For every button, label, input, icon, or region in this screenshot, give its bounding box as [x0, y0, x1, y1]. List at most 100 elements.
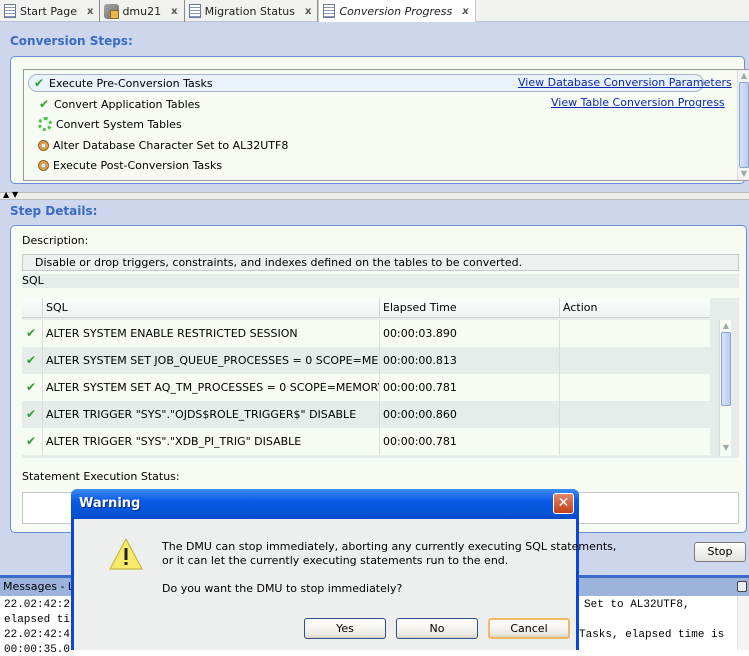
close-tab-icon[interactable]: x: [462, 6, 468, 17]
stop-button[interactable]: Stop: [694, 542, 746, 562]
document-icon: [4, 4, 16, 18]
tab-dmu21[interactable]: dmu21 x: [100, 0, 185, 22]
sql-cell: ALTER TRIGGER "SYS"."OJDS$ROLE_TRIGGER$"…: [42, 401, 379, 428]
close-tab-icon[interactable]: x: [305, 6, 311, 17]
table-row[interactable]: ✔ ALTER SYSTEM SET JOB_QUEUE_PROCESSES =…: [22, 347, 710, 374]
pending-clock-icon: [38, 139, 49, 151]
minimize-icon[interactable]: [737, 581, 747, 592]
panel-splitter[interactable]: ▲ ▼: [0, 190, 749, 200]
action-cell: [559, 320, 710, 347]
tab-conversion-progress[interactable]: Conversion Progress x: [318, 0, 476, 22]
spinner-icon: [38, 117, 52, 131]
action-cell: [559, 428, 710, 455]
messages-scrollbar[interactable]: [737, 596, 749, 650]
dialog-message-line-2: or it can let the currently executing st…: [162, 554, 509, 567]
messages-log-title: Messages - Lo: [3, 580, 81, 593]
conversion-steps-box: ✔ Execute Pre-Conversion Tasks ✔ Convert…: [10, 56, 749, 184]
document-icon: [323, 4, 336, 18]
column-header-action[interactable]: Action: [559, 298, 710, 318]
column-header-sql[interactable]: SQL: [42, 298, 379, 318]
conversion-steps-list: ✔ Execute Pre-Conversion Tasks ✔ Convert…: [23, 69, 749, 181]
collapse-down-icon[interactable]: ▼: [12, 190, 18, 199]
action-cell: [559, 401, 710, 428]
warning-dialog: Warning ✕ The DMU can stop immediately, …: [71, 489, 616, 650]
action-cell: [559, 374, 710, 401]
cancel-button[interactable]: Cancel: [488, 618, 570, 639]
close-tab-icon[interactable]: x: [87, 6, 93, 17]
elapsed-cell: 00:00:00.781: [379, 374, 559, 401]
tab-label: Start Page: [20, 4, 77, 18]
tab-start-page[interactable]: Start Page x: [0, 0, 101, 22]
log-line: 00:00:35.0: [4, 644, 71, 656]
step-label: Execute Post-Conversion Tasks: [53, 158, 223, 172]
collapse-up-icon[interactable]: ▲: [3, 190, 9, 199]
scroll-thumb[interactable]: [739, 82, 749, 168]
sql-table-header: SQL Elapsed Time Action: [22, 298, 710, 318]
step-convert-application-tables[interactable]: ✔ Convert Application Tables: [38, 95, 200, 113]
scroll-down-icon[interactable]: ▼: [738, 168, 749, 180]
dialog-body: The DMU can stop immediately, aborting a…: [74, 519, 616, 650]
sql-cell: ALTER SYSTEM ENABLE RESTRICTED SESSION: [42, 320, 379, 347]
scroll-down-icon[interactable]: ▼: [720, 442, 732, 454]
sql-cell: ALTER SYSTEM SET JOB_QUEUE_PROCESSES = 0…: [42, 347, 379, 374]
yes-button[interactable]: Yes: [304, 618, 386, 639]
check-icon: ✔: [33, 76, 45, 90]
sql-cell: ALTER SYSTEM SET AQ_TM_PROCESSES = 0 SCO…: [42, 374, 379, 401]
action-cell: [559, 347, 710, 374]
close-tab-icon[interactable]: x: [171, 6, 177, 17]
check-icon: ✔: [26, 434, 37, 448]
step-label: Execute Pre-Conversion Tasks: [49, 76, 213, 90]
column-header-elapsed-time[interactable]: Elapsed Time: [379, 298, 559, 318]
check-icon: ✔: [26, 407, 37, 421]
sql-label: SQL: [22, 274, 739, 288]
scroll-thumb[interactable]: [721, 332, 731, 406]
table-row[interactable]: ✔ ALTER TRIGGER "SYS"."OJDS$ROLE_TRIGGER…: [22, 401, 710, 428]
database-icon: [104, 3, 120, 19]
close-icon[interactable]: ✕: [553, 493, 574, 514]
dialog-message-line-1: The DMU can stop immediately, aborting a…: [162, 540, 617, 553]
step-alter-character-set[interactable]: Alter Database Character Set to AL32UTF8: [38, 136, 288, 154]
dialog-title-bar[interactable]: Warning: [71, 489, 579, 519]
statement-execution-status-label: Statement Execution Status:: [22, 470, 180, 483]
tab-migration-status[interactable]: Migration Status x: [185, 0, 319, 22]
step-post-conversion[interactable]: Execute Post-Conversion Tasks: [38, 156, 222, 174]
table-row[interactable]: ✔ ALTER TRIGGER "SYS"."XDB_PI_TRIG" DISA…: [22, 428, 710, 455]
table-row[interactable]: ✔ ALTER SYSTEM SET AQ_TM_PROCESSES = 0 S…: [22, 374, 710, 401]
dialog-question: Do you want the DMU to stop immediately?: [162, 582, 403, 595]
tab-label: dmu21: [122, 4, 162, 18]
view-table-conversion-progress-link[interactable]: View Table Conversion Progress: [551, 96, 725, 109]
step-convert-system-tables[interactable]: Convert System Tables: [38, 115, 182, 133]
description-label: Description:: [22, 234, 89, 247]
editor-tab-bar: Start Page x dmu21 x Migration Status x …: [0, 0, 749, 22]
sql-table: SQL Elapsed Time Action ✔ ALTER SYSTEM E…: [22, 298, 739, 458]
step-details-box: Description: Disable or drop triggers, c…: [10, 225, 747, 533]
elapsed-cell: 00:00:00.813: [379, 347, 559, 374]
check-icon: ✔: [26, 353, 37, 367]
pending-clock-icon: [38, 159, 49, 171]
tab-label: Migration Status: [204, 4, 295, 18]
log-line: Tasks, elapsed time is: [579, 629, 725, 641]
step-label: Alter Database Character Set to AL32UTF8: [53, 138, 289, 152]
scroll-up-icon[interactable]: ▲: [720, 320, 732, 332]
conversion-steps-title: Conversion Steps:: [10, 34, 133, 48]
document-icon: [188, 4, 201, 18]
log-line: 22.02:42:4: [4, 629, 71, 641]
log-line: elapsed ti: [4, 614, 71, 626]
dialog-title: Warning: [79, 496, 141, 511]
warning-icon: [109, 538, 143, 570]
table-row[interactable]: ✔ ALTER SYSTEM ENABLE RESTRICTED SESSION…: [22, 320, 710, 347]
no-button[interactable]: No: [396, 618, 478, 639]
log-line: Set to AL32UTF8,: [584, 599, 690, 611]
scroll-up-icon[interactable]: ▲: [738, 70, 749, 82]
view-database-conversion-parameters-link[interactable]: View Database Conversion Parameters: [518, 76, 732, 89]
column-header-status: [22, 298, 42, 318]
step-label: Convert System Tables: [56, 117, 182, 131]
sql-table-scrollbar[interactable]: ▲ ▼: [719, 320, 731, 456]
elapsed-cell: 00:00:00.781: [379, 428, 559, 455]
elapsed-cell: 00:00:00.860: [379, 401, 559, 428]
steps-scrollbar[interactable]: ▲ ▼: [737, 70, 749, 180]
check-icon: ✔: [26, 380, 37, 394]
step-details-title: Step Details:: [10, 204, 98, 218]
log-line: 22.02:42:2: [4, 599, 71, 611]
elapsed-cell: 00:00:03.890: [379, 320, 559, 347]
